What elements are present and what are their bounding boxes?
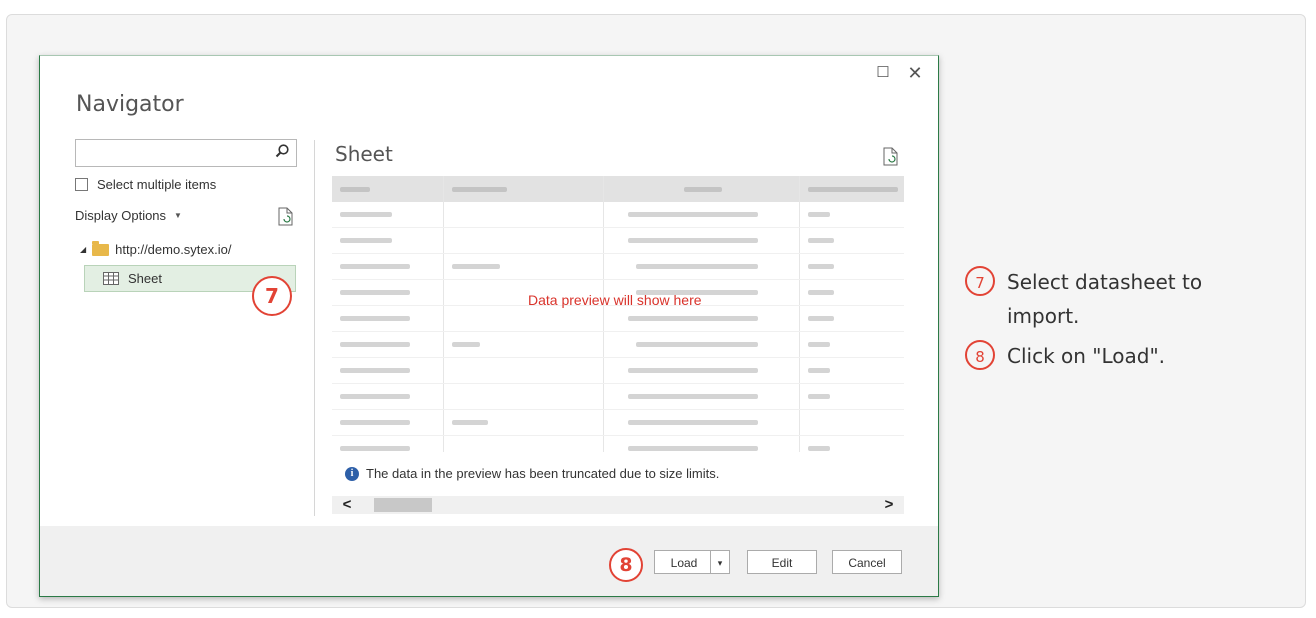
grid-row: [332, 384, 904, 410]
callout-7: 7: [252, 276, 292, 316]
refresh-preview-icon[interactable]: [883, 147, 899, 166]
table-icon: [103, 272, 119, 285]
step-number: 8: [965, 340, 995, 370]
grid-row: [332, 358, 904, 384]
navigator-dialog: ☐ ✕ Navigator Select multiple items Disp…: [39, 55, 939, 597]
step-7: 7 Select datasheet to import.: [965, 265, 1267, 333]
grid-row: [332, 202, 904, 228]
grid-row: [332, 332, 904, 358]
scroll-left-icon[interactable]: <: [338, 496, 356, 514]
truncation-notice: i The data in the preview has been trunc…: [345, 466, 719, 481]
tree-root-label: http://demo.sytex.io/: [115, 242, 232, 257]
load-dropdown-button[interactable]: ▾: [710, 550, 730, 574]
grid-row: [332, 410, 904, 436]
refresh-document-icon[interactable]: [278, 207, 294, 226]
checkbox-box[interactable]: [75, 178, 88, 191]
scrollbar-thumb[interactable]: [374, 498, 432, 512]
scroll-right-icon[interactable]: >: [880, 496, 898, 514]
step-8: 8 Click on "Load".: [965, 339, 1267, 373]
info-icon: i: [345, 466, 359, 481]
search-icon[interactable]: [274, 143, 290, 159]
grid-row: [332, 436, 904, 452]
cancel-button[interactable]: Cancel: [832, 550, 902, 574]
search-input[interactable]: [75, 139, 297, 167]
grid-header: [332, 176, 904, 202]
grid-row: [332, 306, 904, 332]
step-number: 7: [965, 266, 995, 296]
step-text: Select datasheet to import.: [1007, 270, 1203, 328]
close-icon[interactable]: ✕: [906, 64, 924, 82]
grid-row: [332, 228, 904, 254]
preview-overlay-text: Data preview will show here: [528, 292, 702, 308]
tree-root-node[interactable]: ◢ http://demo.sytex.io/: [80, 240, 232, 257]
step-text: Click on "Load".: [1007, 344, 1166, 368]
pane-divider[interactable]: [314, 140, 315, 516]
preview-title: Sheet: [335, 142, 393, 166]
truncation-notice-text: The data in the preview has been truncat…: [366, 466, 720, 481]
expand-triangle-icon[interactable]: ◢: [80, 245, 86, 254]
edit-button[interactable]: Edit: [747, 550, 817, 574]
folder-icon: [92, 240, 110, 256]
maximize-icon[interactable]: ☐: [874, 64, 892, 82]
dialog-footer: 8 Load ▾ Edit Cancel: [40, 526, 938, 596]
dialog-title: Navigator: [76, 92, 184, 117]
display-options-label: Display Options: [75, 208, 167, 223]
grid-row: [332, 254, 904, 280]
callout-8: 8: [609, 548, 643, 582]
select-multiple-checkbox[interactable]: Select multiple items: [75, 177, 216, 192]
horizontal-scrollbar[interactable]: < >: [332, 496, 904, 514]
tree-item-label: Sheet: [128, 271, 162, 286]
chevron-down-icon: ▼: [174, 211, 182, 220]
load-button[interactable]: Load: [654, 550, 714, 574]
screenshot-card: ☐ ✕ Navigator Select multiple items Disp…: [6, 14, 1306, 608]
preview-grid: [332, 176, 904, 452]
display-options-dropdown[interactable]: Display Options ▼: [75, 208, 182, 223]
select-multiple-label: Select multiple items: [97, 177, 217, 192]
